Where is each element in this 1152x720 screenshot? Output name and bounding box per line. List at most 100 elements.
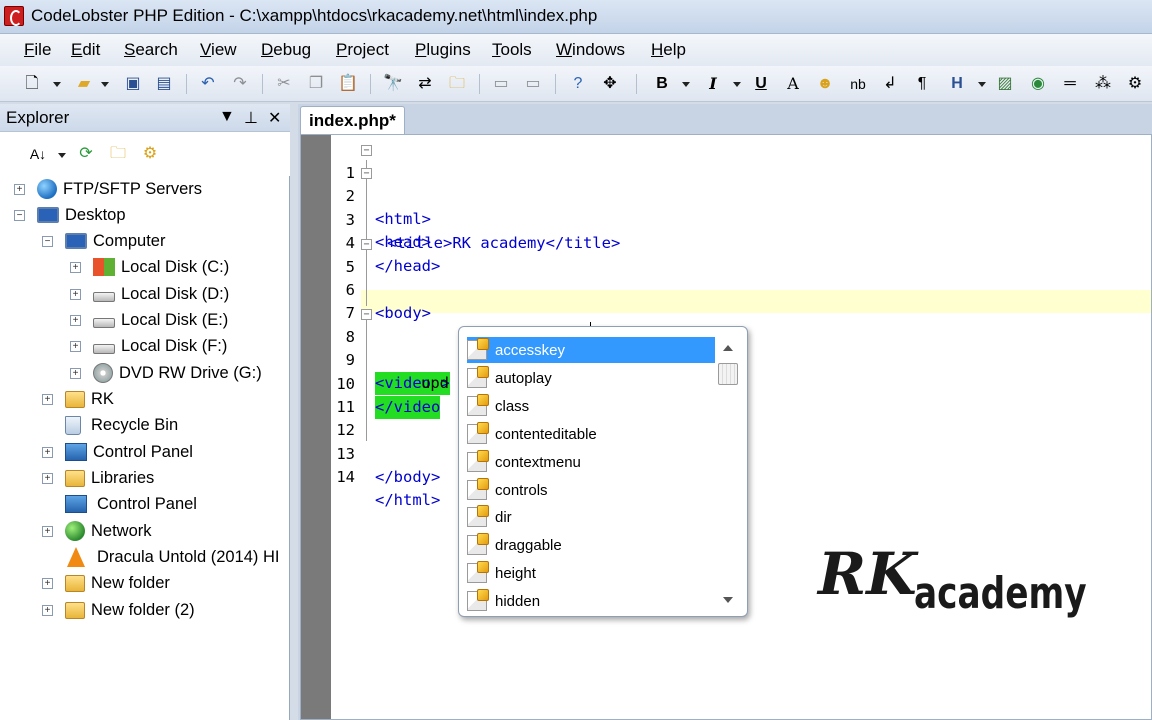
code-line[interactable]: 7 (331, 279, 1151, 322)
autocomplete-item[interactable]: draggable (467, 532, 715, 558)
tree-item-dracula[interactable]: Dracula Untold (2014) HI (67, 544, 280, 570)
fold-collapse-icon[interactable]: − (361, 309, 372, 320)
globe-icon[interactable]: ◉ (1028, 74, 1048, 94)
code-line[interactable]: 6 (331, 256, 1151, 299)
autocomplete-item[interactable]: dir (467, 504, 715, 530)
expand-icon[interactable]: + (42, 446, 53, 458)
tree-item-new-folder-2[interactable]: + New folder (2) (42, 597, 195, 623)
tab-index-php[interactable]: index.php* (300, 106, 405, 134)
panel-left-icon[interactable]: ▭ (491, 74, 511, 94)
tree-item-ftp[interactable]: + FTP/SFTP Servers (14, 176, 202, 202)
menu-help[interactable]: Help (651, 40, 686, 60)
italic-dropdown-icon[interactable] (733, 82, 741, 87)
settings-icon[interactable]: ⚙ (1125, 74, 1145, 94)
expand-icon[interactable]: + (70, 314, 81, 326)
code-line[interactable]: 1 − <html> (331, 139, 1151, 228)
bold-dropdown-icon[interactable] (682, 82, 690, 87)
menu-windows[interactable]: Windows (556, 40, 625, 60)
tree-item-rk[interactable]: + RK (42, 386, 114, 412)
underline-icon[interactable]: U (751, 74, 771, 94)
tree-item-control-panel[interactable]: + Control Panel (42, 439, 193, 465)
code-line[interactable]: 5 − <body> (331, 233, 1151, 322)
save-all-icon[interactable]: ▤ (154, 74, 174, 94)
tree-item-disk-e[interactable]: + Local Disk (E:) (70, 307, 228, 333)
code-line[interactable]: 3 <title>RK academy</title> (331, 186, 1151, 252)
tree-item-new-folder[interactable]: + New folder (42, 570, 170, 596)
tree-item-disk-d[interactable]: + Local Disk (D:) (70, 281, 229, 307)
heading-dropdown-icon[interactable] (978, 82, 986, 87)
heading-icon[interactable]: H (947, 74, 967, 94)
sort-dropdown-icon[interactable] (58, 153, 66, 158)
font-icon[interactable]: A (783, 74, 803, 94)
code-line[interactable]: 2 − <head> (331, 162, 1151, 251)
breakpoint-gutter[interactable] (301, 135, 331, 719)
code-line[interactable]: 8 − <video > (331, 303, 1151, 395)
expand-icon[interactable]: + (70, 288, 81, 300)
close-icon[interactable]: ✕ (268, 108, 281, 128)
autocomplete-scrollbar[interactable] (717, 337, 739, 607)
expand-icon[interactable]: + (42, 577, 53, 589)
tree-item-network[interactable]: + Network (42, 518, 152, 544)
help-icon[interactable]: ? (568, 74, 588, 94)
menu-plugins[interactable]: Plugins (415, 40, 471, 60)
find-icon[interactable]: 🔭 (383, 74, 403, 94)
fold-collapse-icon[interactable]: − (361, 145, 372, 156)
line-break-icon[interactable]: ↲ (880, 74, 900, 94)
menu-search[interactable]: Search (124, 40, 178, 60)
paragraph-icon[interactable]: ¶ (912, 74, 932, 94)
tree-item-control-panel-2[interactable]: Control Panel (65, 491, 197, 517)
folder-options-icon[interactable]: ⚙ (140, 144, 160, 164)
chevron-down-icon[interactable]: ▼ (219, 108, 235, 126)
bold-icon[interactable]: B (652, 74, 672, 94)
collapse-icon[interactable]: − (14, 209, 25, 221)
expand-icon[interactable]: + (70, 261, 81, 273)
paste-icon[interactable]: 📋 (338, 74, 358, 94)
autocomplete-popup[interactable]: accesskey autoplay class contenteditable… (458, 326, 748, 617)
menu-debug[interactable]: Debug (261, 40, 311, 60)
cut-icon[interactable]: ✂ (274, 74, 294, 94)
expand-icon[interactable]: + (14, 183, 25, 195)
expand-icon[interactable]: + (42, 472, 53, 484)
autocomplete-item[interactable]: autoplay (467, 365, 715, 391)
new-folder-icon[interactable]: 🗀 (108, 144, 128, 164)
tree-item-disk-f[interactable]: + Local Disk (F:) (70, 333, 227, 359)
open-dropdown-icon[interactable] (101, 82, 109, 87)
open-folder-icon[interactable]: ▰ (74, 74, 94, 94)
image-icon[interactable]: ▨ (995, 74, 1015, 94)
pin-icon[interactable]: ⊥ (244, 108, 258, 128)
autocomplete-item[interactable]: height (467, 560, 715, 586)
fullscreen-icon[interactable]: ✥ (600, 74, 620, 94)
horizontal-rule-icon[interactable]: ═ (1060, 74, 1080, 94)
collapse-icon[interactable]: − (42, 235, 53, 247)
italic-icon[interactable]: I (703, 74, 723, 94)
menu-tools[interactable]: Tools (492, 40, 532, 60)
new-file-icon[interactable]: 🗋 (22, 74, 42, 94)
fold-collapse-icon[interactable]: − (361, 239, 372, 250)
find-replace-icon[interactable]: ⇄ (415, 74, 435, 94)
scroll-up-icon[interactable] (723, 345, 733, 351)
tree-item-computer[interactable]: − Computer (42, 228, 165, 254)
save-icon[interactable]: ▣ (123, 74, 143, 94)
emoji-icon[interactable]: ☻ (815, 74, 835, 94)
menu-edit[interactable]: Edit (71, 40, 100, 60)
copy-icon[interactable]: ❐ (306, 74, 326, 94)
expand-icon[interactable]: + (70, 340, 81, 352)
fold-collapse-icon[interactable]: − (361, 168, 372, 179)
menu-view[interactable]: View (200, 40, 237, 60)
menu-project[interactable]: Project (336, 40, 389, 60)
panel-right-icon[interactable]: ▭ (523, 74, 543, 94)
tree-item-disk-c[interactable]: + Local Disk (C:) (70, 254, 229, 280)
tree-item-recycle-bin[interactable]: Recycle Bin (65, 412, 178, 438)
tree-item-dvd[interactable]: + DVD RW Drive (G:) (70, 360, 262, 386)
scroll-down-icon[interactable] (723, 597, 733, 603)
expand-icon[interactable]: + (70, 367, 81, 379)
autocomplete-item[interactable]: class (467, 393, 715, 419)
autocomplete-item[interactable]: contenteditable (467, 421, 715, 447)
expand-icon[interactable]: + (42, 525, 53, 537)
special-char-icon[interactable]: ⁂ (1093, 74, 1113, 94)
menu-file[interactable]: File (24, 40, 51, 60)
new-file-dropdown-icon[interactable] (53, 82, 61, 87)
autocomplete-item[interactable]: accesskey (467, 337, 715, 363)
tree-item-libraries[interactable]: + Libraries (42, 465, 154, 491)
undo-icon[interactable]: ↶ (198, 74, 218, 94)
